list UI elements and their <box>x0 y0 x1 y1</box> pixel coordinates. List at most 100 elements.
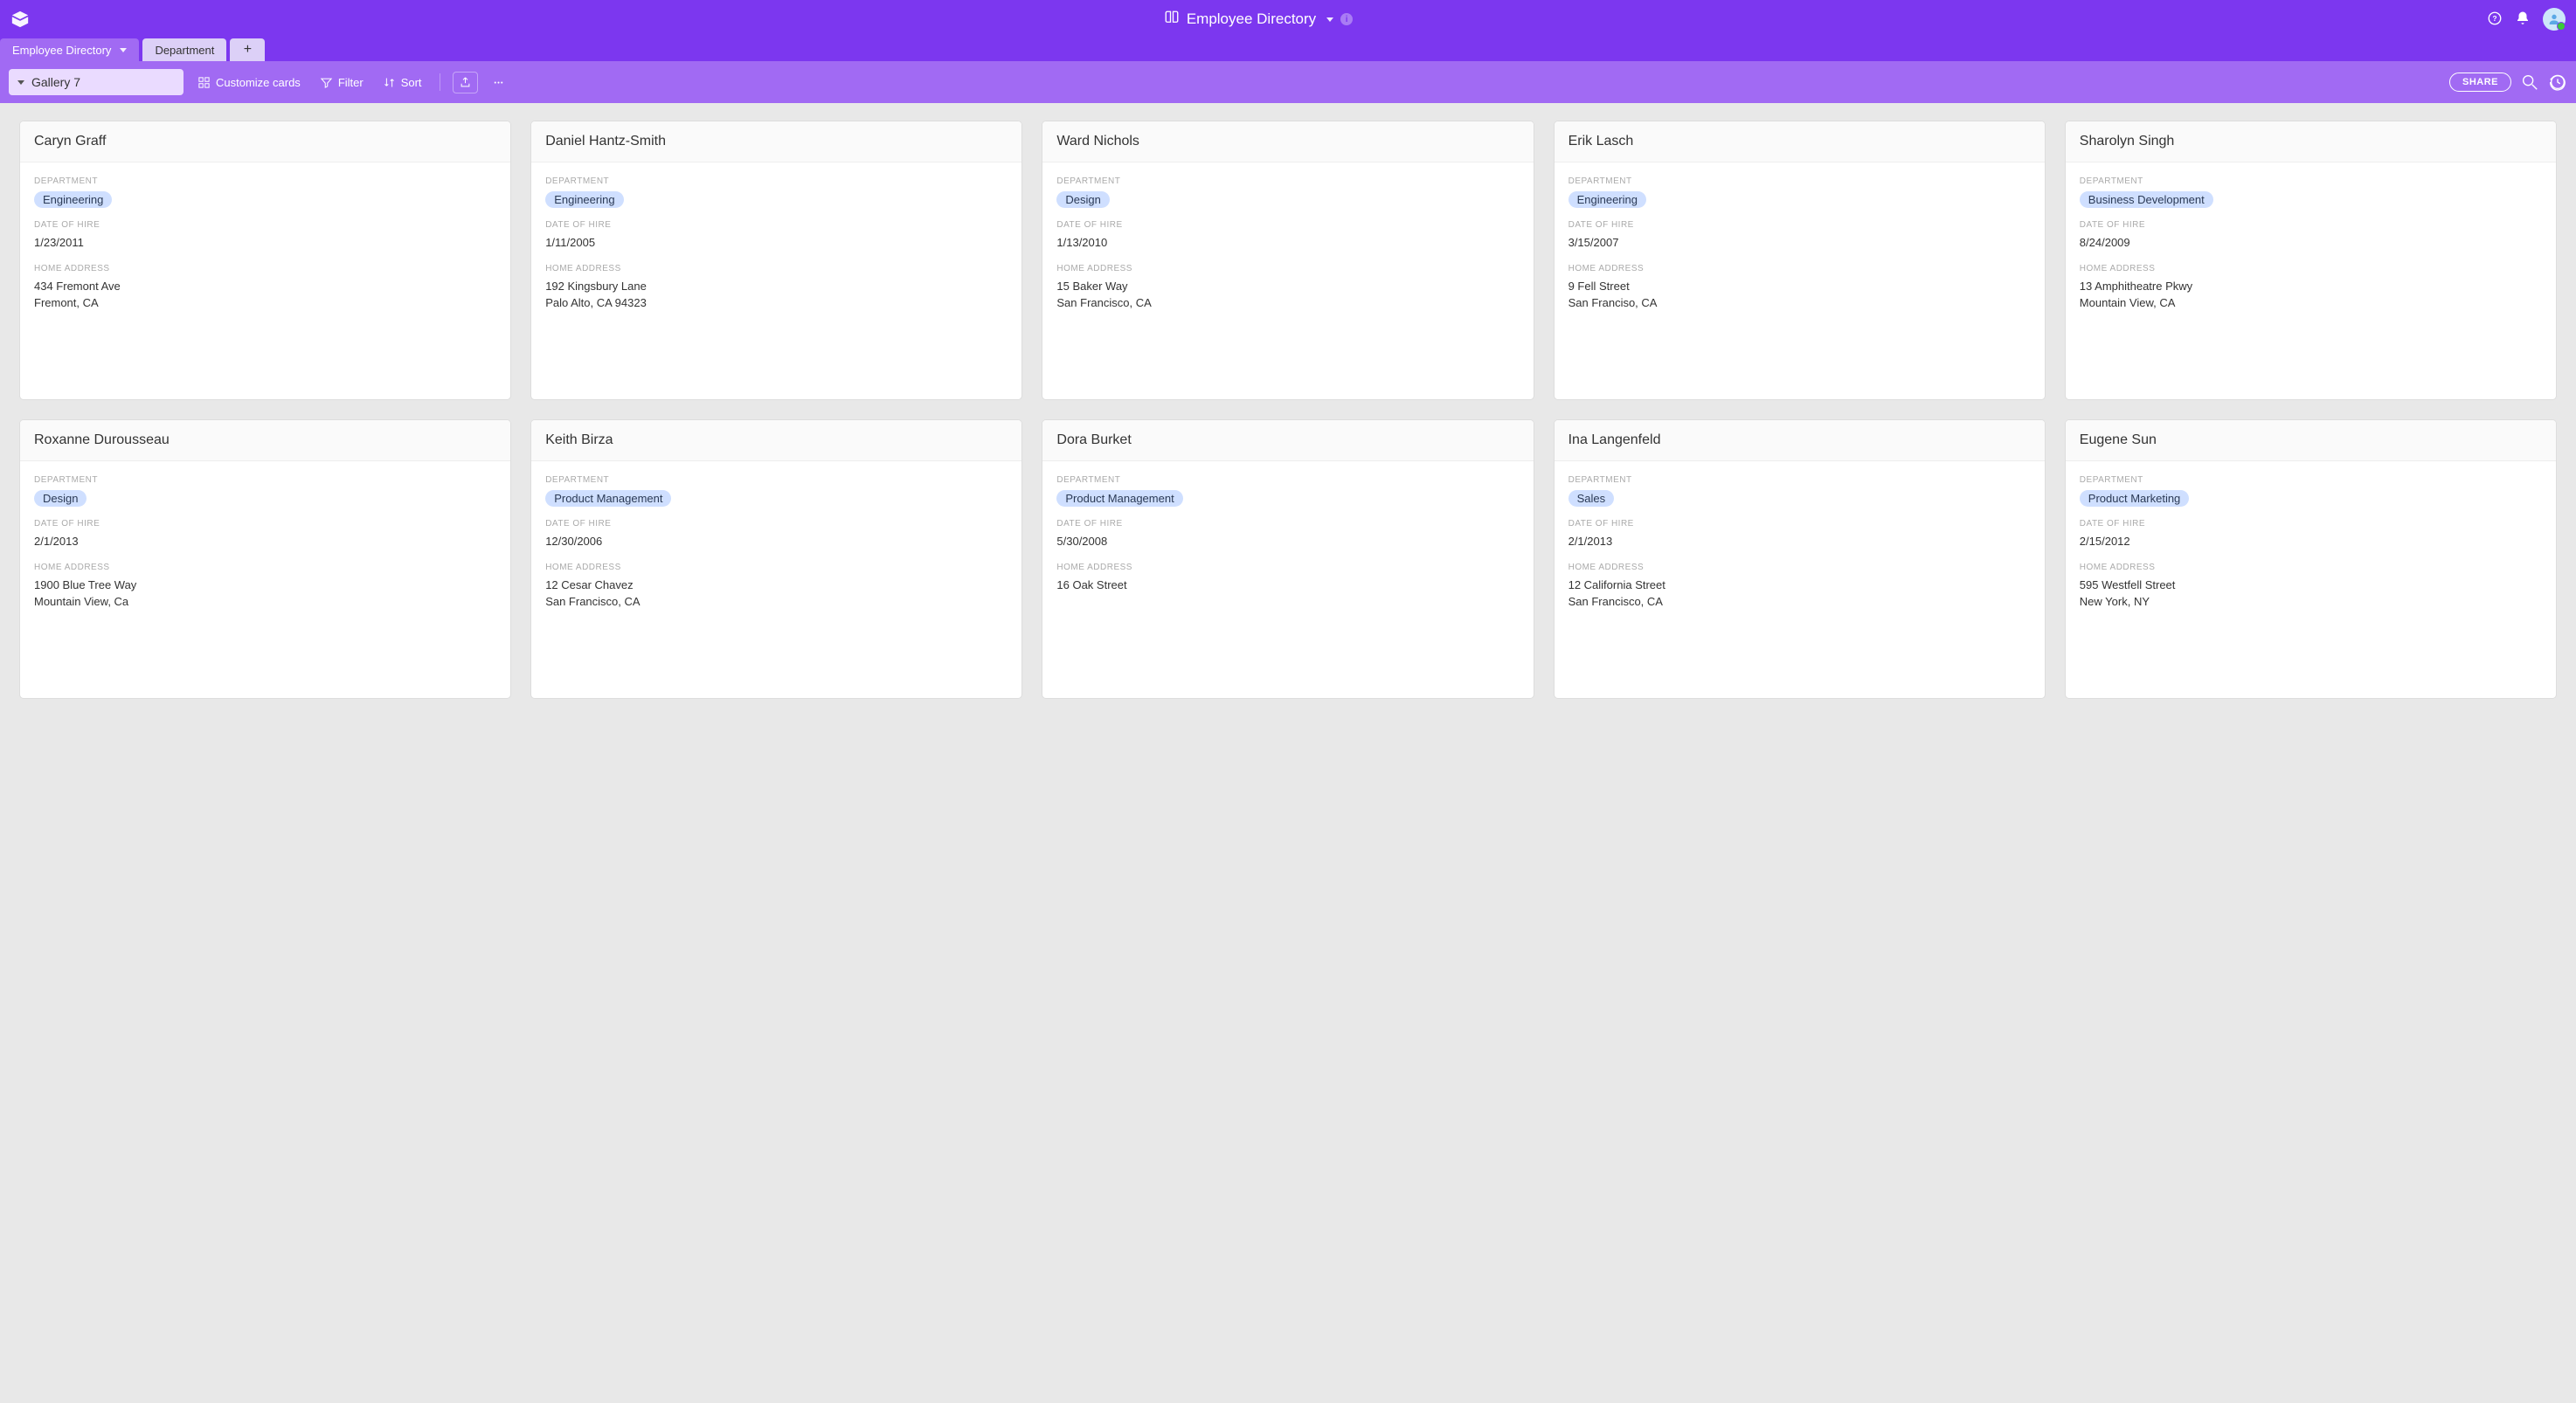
customize-cards-button[interactable]: Customize cards <box>192 76 306 89</box>
employee-card[interactable]: Ina LangenfeldDEPARTMENTSalesDATE OF HIR… <box>1554 419 2046 699</box>
date-of-hire-value: 2/1/2013 <box>1568 534 2031 550</box>
field-label-home-address: HOME ADDRESS <box>34 563 496 572</box>
more-options-button[interactable] <box>487 76 510 89</box>
card-body: DEPARTMENTEngineeringDATE OF HIRE3/15/20… <box>1555 162 2045 326</box>
app-logo-icon[interactable] <box>10 10 30 29</box>
table-tab-department[interactable]: Department <box>142 38 226 61</box>
chevron-down-icon <box>1326 17 1333 22</box>
home-address-value: 15 Baker Way San Francisco, CA <box>1056 279 1519 312</box>
info-icon[interactable]: i <box>1340 13 1353 25</box>
table-tab-active[interactable]: Employee Directory <box>0 38 139 61</box>
share-icon <box>459 76 472 89</box>
home-address-value: 1900 Blue Tree Way Mountain View, Ca <box>34 577 496 611</box>
field-label-home-address: HOME ADDRESS <box>1056 563 1519 572</box>
field-label-department: DEPARTMENT <box>2080 475 2542 485</box>
employee-card[interactable]: Dora BurketDEPARTMENTProduct ManagementD… <box>1042 419 1534 699</box>
share-export-button[interactable] <box>453 72 478 93</box>
sort-icon <box>383 76 396 89</box>
department-tag: Engineering <box>34 191 112 208</box>
card-body: DEPARTMENT Engineering DATE OF HIRE 1/11/20… <box>531 162 1021 326</box>
employee-card[interactable]: Erik Lasch DEPARTMENT Engineering DATE OF H… <box>1554 121 2046 400</box>
home-address-value: 16 Oak Street <box>1056 577 1519 594</box>
card-body: DEPARTMENTEngineeringDATE OF HIRE1/23/20… <box>20 162 510 326</box>
field-label-date-of-hire: DATE OF HIRE <box>1056 519 1519 529</box>
field-label-date-of-hire: DATE OF HIRE <box>1056 220 1519 230</box>
employee-card[interactable]: Eugene SunDEPARTMENTProduct MarketingDAT… <box>2065 419 2557 699</box>
card-name: Keith Birza <box>531 420 1021 461</box>
base-title: Employee Directory <box>1187 10 1316 28</box>
field-label-department: DEPARTMENT <box>545 176 1008 186</box>
field-label-department: DEPARTMENT <box>1568 176 2031 186</box>
field-label-home-address: HOME ADDRESS <box>34 264 496 273</box>
dots-icon <box>492 76 505 89</box>
card-name: Eugene Sun <box>2066 420 2556 461</box>
employee-card[interactable]: Sharolyn SinghDEPARTMENTBusiness Develop… <box>2065 121 2557 400</box>
department-tag: Engineering <box>1568 191 1646 208</box>
card-body: DEPARTMENTProduct ManagementDATE OF HIRE… <box>531 461 1021 625</box>
field-label-date-of-hire: DATE OF HIRE <box>545 220 1008 230</box>
card-body: DEPARTMENTSalesDATE OF HIRE2/1/2013HOME … <box>1555 461 2045 625</box>
department-tag: Product Management <box>545 490 671 507</box>
avatar[interactable] <box>2543 8 2566 31</box>
card-body: DEPARTMENTDesignDATE OF HIRE2/1/2013HOME… <box>20 461 510 625</box>
date-of-hire-value: 1/11/2005 <box>545 235 1008 252</box>
card-name: Ina Langenfeld <box>1555 420 2045 461</box>
card-name: Ward Nichols <box>1042 121 1533 162</box>
employee-card[interactable]: Daniel Hantz-SmithDEPARTMENTEngineeringD… <box>530 121 1022 400</box>
add-table-button[interactable]: + <box>230 38 265 61</box>
field-label-department: DEPARTMENT <box>34 475 496 485</box>
app-header: Employee Directory i ? <box>0 0 2576 38</box>
card-body: DEPARTMENTProduct MarketingDATE OF HIRE2… <box>2066 461 2556 625</box>
card-name: Daniel Hantz-Smith <box>531 121 1021 162</box>
customize-cards-label: Customize cards <box>216 76 301 89</box>
chevron-down-icon <box>120 48 127 52</box>
employee-card[interactable]: Ward NicholsDEPARTMENTDesignDATE OF HIRE… <box>1042 121 1534 400</box>
table-tab-label: Department <box>155 44 214 57</box>
search-icon[interactable] <box>2520 73 2539 92</box>
share-button[interactable]: SHARE <box>2449 73 2511 92</box>
department-tag: Engineering <box>545 191 623 208</box>
field-label-department: DEPARTMENT <box>34 176 496 186</box>
notifications-icon[interactable] <box>2515 10 2531 29</box>
field-label-date-of-hire: DATE OF HIRE <box>34 519 496 529</box>
chevron-down-icon <box>17 80 24 85</box>
department-tag: Business Development <box>2080 191 2213 208</box>
date-of-hire-value: 2/15/2012 <box>2080 534 2542 550</box>
plus-icon: + <box>244 42 252 58</box>
field-label-home-address: HOME ADDRESS <box>545 563 1008 572</box>
view-name: Gallery 7 <box>31 75 80 89</box>
employee-card[interactable]: Caryn GraffDEPARTMENTEngineeringDATE OF … <box>19 121 511 400</box>
department-tag: Sales <box>1568 490 1615 507</box>
table-tabs: Employee Directory Department + <box>0 38 2576 61</box>
home-address-value: 434 Fremont Ave Fremont, CA <box>34 279 496 312</box>
sort-button[interactable]: Sort <box>377 76 427 89</box>
history-icon[interactable] <box>2548 73 2567 92</box>
home-address-value: 595 Westfell Street New York, NY <box>2080 577 2542 611</box>
help-icon[interactable]: ? <box>2487 10 2503 29</box>
field-label-home-address: HOME ADDRESS <box>545 264 1008 273</box>
date-of-hire-value: 1/13/2010 <box>1056 235 1519 252</box>
date-of-hire-value: 2/1/2013 <box>34 534 496 550</box>
filter-label: Filter <box>338 76 364 89</box>
date-of-hire-value: 5/30/2008 <box>1056 534 1519 550</box>
field-label-department: DEPARTMENT <box>1056 475 1519 485</box>
book-icon <box>1164 10 1180 30</box>
filter-button[interactable]: Filter <box>315 76 369 89</box>
date-of-hire-value: 1/23/2011 <box>34 235 496 252</box>
card-name: Caryn Graff <box>20 121 510 162</box>
department-tag: Product Marketing <box>2080 490 2190 507</box>
employee-card[interactable]: Keith BirzaDEPARTMENTProduct ManagementD… <box>530 419 1022 699</box>
base-title-area[interactable]: Employee Directory i <box>30 10 2487 30</box>
department-tag: Design <box>1056 191 1109 208</box>
card-body: DEPARTMENTDesignDATE OF HIRE1/13/2010HOM… <box>1042 162 1533 326</box>
home-address-value: 13 Amphitheatre Pkwy Mountain View, CA <box>2080 279 2542 312</box>
view-switcher[interactable]: Gallery 7 <box>9 69 184 95</box>
field-label-home-address: HOME ADDRESS <box>1568 563 2031 572</box>
card-name: Sharolyn Singh <box>2066 121 2556 162</box>
gallery-grid: Caryn Graff DEPARTMENT Engineering DATE OF … <box>0 103 2576 716</box>
home-address-value: 12 Cesar Chavez San Francisco, CA <box>545 577 1008 611</box>
field-label-date-of-hire: DATE OF HIRE <box>1568 220 2031 230</box>
home-address-value: 9 Fell Street San Franciso, CA <box>1568 279 2031 312</box>
card-name: Erik Lasch <box>1555 121 2045 162</box>
employee-card[interactable]: Roxanne DurousseauDEPARTMENTDesignDATE O… <box>19 419 511 699</box>
